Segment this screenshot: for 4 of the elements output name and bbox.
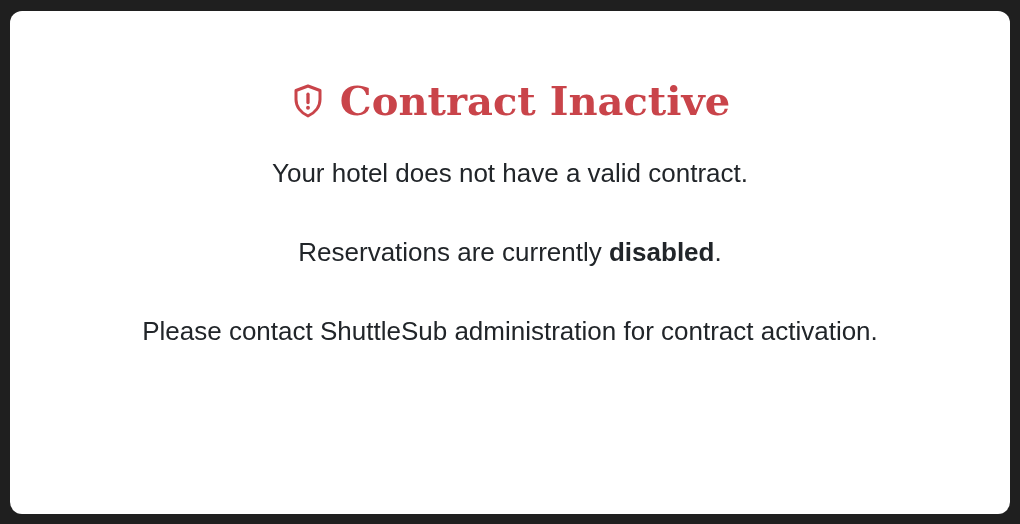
- message-text: Reservations are currently disabled.: [298, 236, 722, 269]
- message-text: Please contact ShuttleSub administration for contract activation.: [142, 315, 878, 348]
- message-text: Your hotel does not have a valid contract.: [272, 157, 748, 190]
- dialog-title: Contract Inactive: [339, 77, 731, 124]
